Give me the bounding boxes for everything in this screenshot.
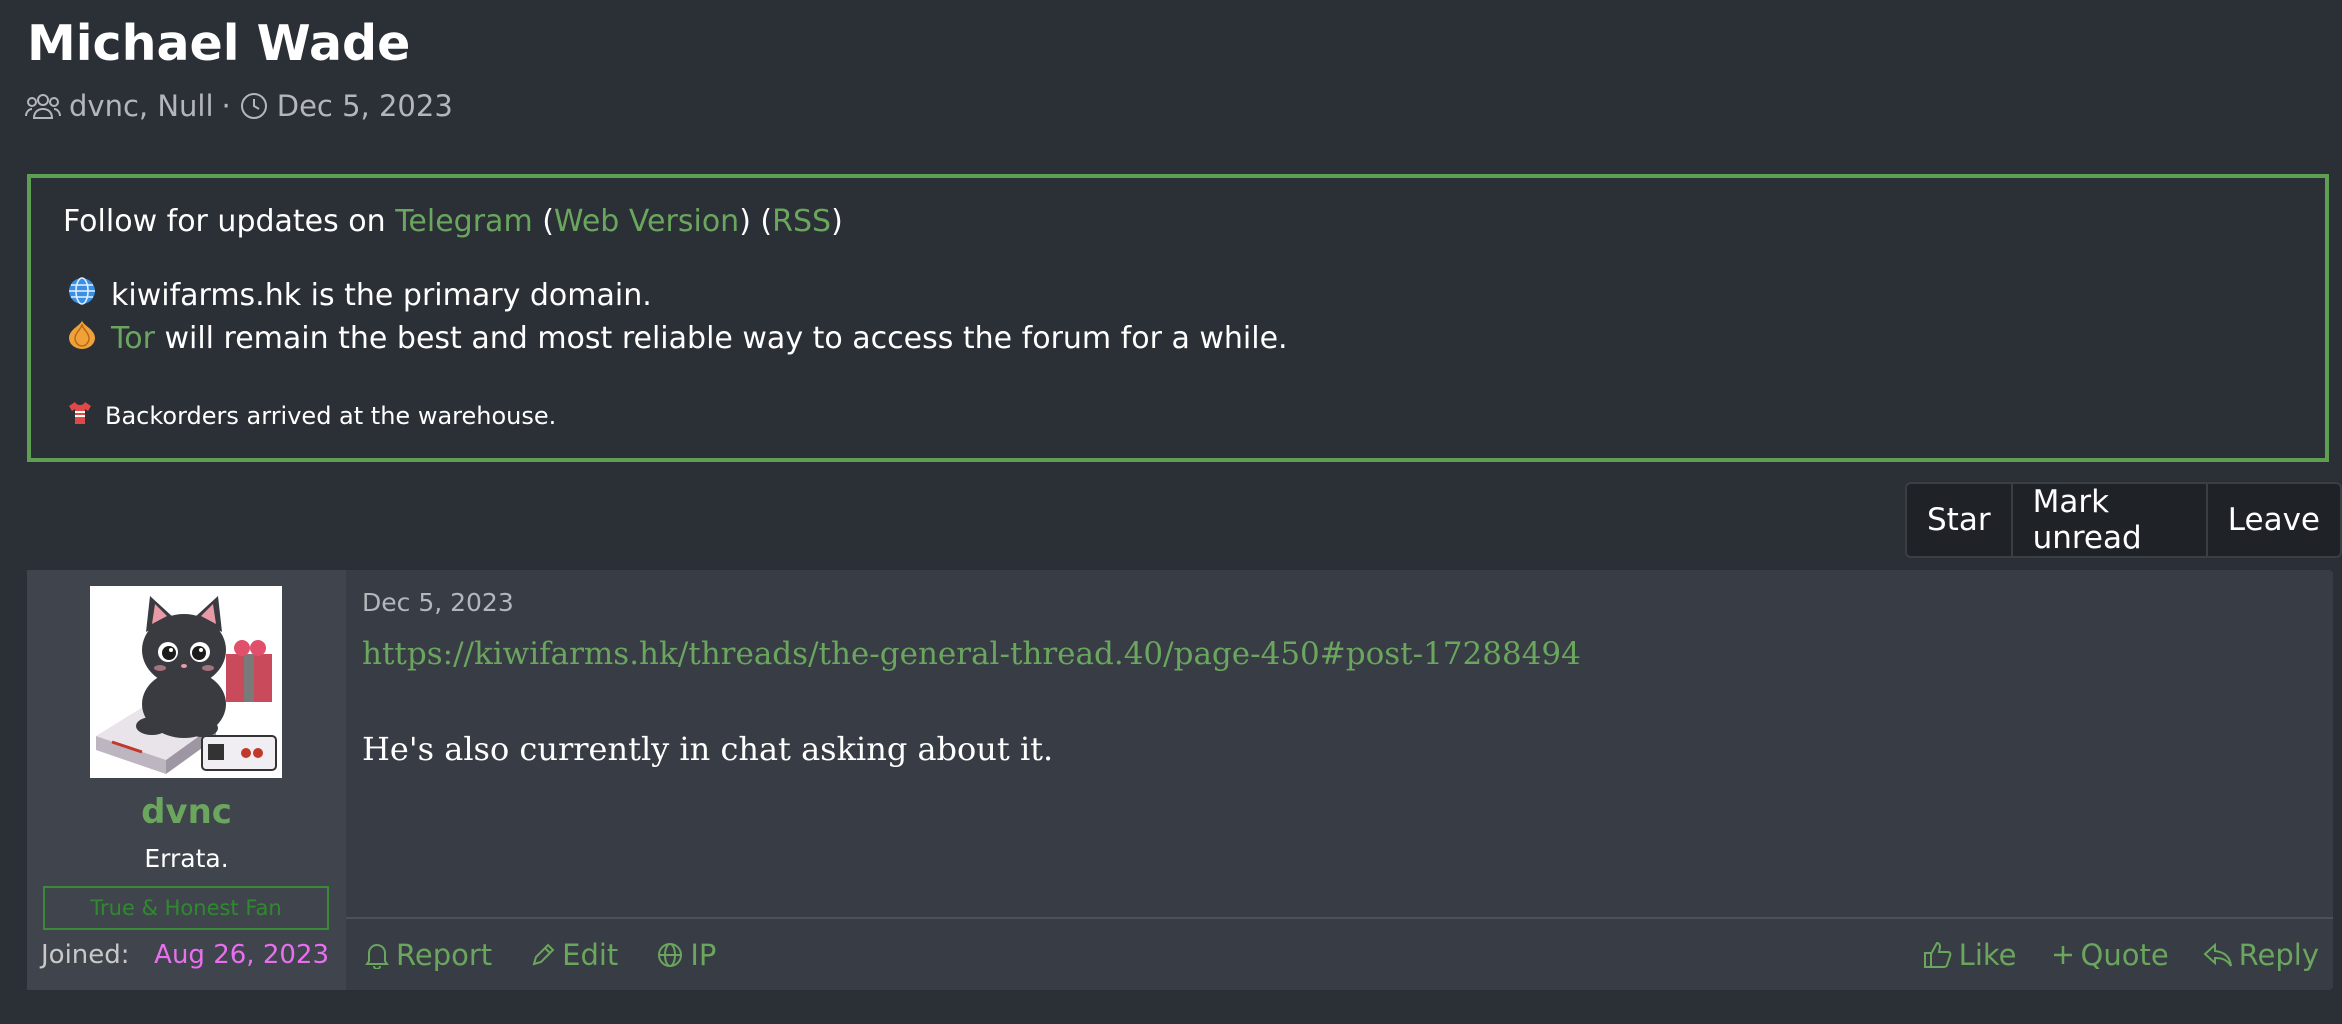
like-label: Like [1958, 937, 2017, 972]
post-actions-right: Like Quote Reply [1923, 919, 2319, 990]
notice-tor-line: Tor will remain the best and most reliab… [67, 318, 1288, 358]
pencil-icon [530, 942, 556, 968]
post-footer: Report Edit IP Like Quote Reply [346, 917, 2333, 990]
post-body-text: He's also currently in chat asking about… [362, 730, 1054, 768]
leave-button[interactable]: Leave [2205, 484, 2340, 556]
mark-unread-button[interactable]: Mark unread [2010, 484, 2206, 556]
reply-button[interactable]: Reply [2203, 938, 2319, 972]
joined-date: Aug 26, 2023 [154, 940, 329, 970]
thread-meta: dvnc, Null · Dec 5, 2023 [25, 86, 453, 126]
clock-icon [239, 91, 269, 121]
report-button[interactable]: Report [364, 938, 492, 972]
quote-button[interactable]: Quote [2051, 938, 2169, 972]
notice-backorders-line: Backorders arrived at the warehouse. [67, 400, 556, 432]
like-button[interactable]: Like [1923, 938, 2017, 972]
joined-label: Joined: [41, 940, 130, 970]
notice-follow-line: Follow for updates on Telegram (Web Vers… [63, 204, 843, 239]
backorders-text: Backorders arrived at the warehouse. [105, 402, 557, 430]
thread-participants[interactable]: dvnc, Null [69, 89, 214, 123]
globe-outline-icon [656, 941, 684, 969]
ip-button[interactable]: IP [656, 938, 716, 972]
edit-button[interactable]: Edit [530, 938, 618, 972]
thread-title: Michael Wade [27, 15, 411, 72]
post-username[interactable]: dvnc [27, 792, 346, 832]
punct-open: ( [532, 204, 554, 239]
user-title: Errata. [144, 844, 229, 873]
star-button[interactable]: Star [1907, 484, 2011, 556]
post-actions-left: Report Edit IP [364, 919, 716, 990]
notice-follow-text: Follow for updates on [63, 204, 396, 239]
tor-text: will remain the best and most reliable w… [154, 320, 1288, 356]
thread-action-buttons: Star Mark unread Leave [1905, 482, 2342, 558]
users-icon [25, 92, 61, 120]
telegram-link[interactable]: Telegram [395, 204, 532, 239]
notice-domain-line: kiwifarms.hk is the primary domain. [67, 276, 652, 314]
report-label: Report [396, 937, 493, 972]
ip-label: IP [690, 937, 717, 972]
onion-icon [67, 318, 97, 358]
thread-date[interactable]: Dec 5, 2023 [277, 89, 453, 123]
plus-icon [2051, 943, 2075, 967]
quote-label: Quote [2080, 937, 2169, 972]
user-banner-badge: True & Honest Fan [43, 886, 329, 930]
punct-close: ) [831, 204, 843, 239]
bell-icon [364, 941, 390, 969]
globe-icon [67, 276, 97, 314]
post-user-info: dvnc Errata. True & Honest Fan Joined: A… [27, 570, 346, 990]
post: dvnc Errata. True & Honest Fan Joined: A… [27, 570, 2333, 990]
reply-label: Reply [2238, 937, 2319, 972]
punct-mid: ) ( [739, 204, 773, 239]
edit-label: Edit [562, 937, 619, 972]
meta-separator: · [221, 89, 231, 123]
avatar[interactable] [90, 586, 282, 778]
domain-text: kiwifarms.hk is the primary domain. [111, 277, 652, 313]
web-version-link[interactable]: Web Version [554, 204, 739, 239]
post-body-link[interactable]: https://kiwifarms.hk/threads/the-general… [362, 636, 1581, 672]
thumbs-up-icon [1923, 940, 1953, 970]
tor-link[interactable]: Tor [111, 321, 155, 356]
rss-link[interactable]: RSS [772, 204, 831, 239]
post-date[interactable]: Dec 5, 2023 [362, 588, 514, 617]
reply-arrow-icon [2203, 941, 2233, 969]
notice-banner: Follow for updates on Telegram (Web Vers… [27, 174, 2329, 462]
shirt-icon [67, 400, 93, 432]
